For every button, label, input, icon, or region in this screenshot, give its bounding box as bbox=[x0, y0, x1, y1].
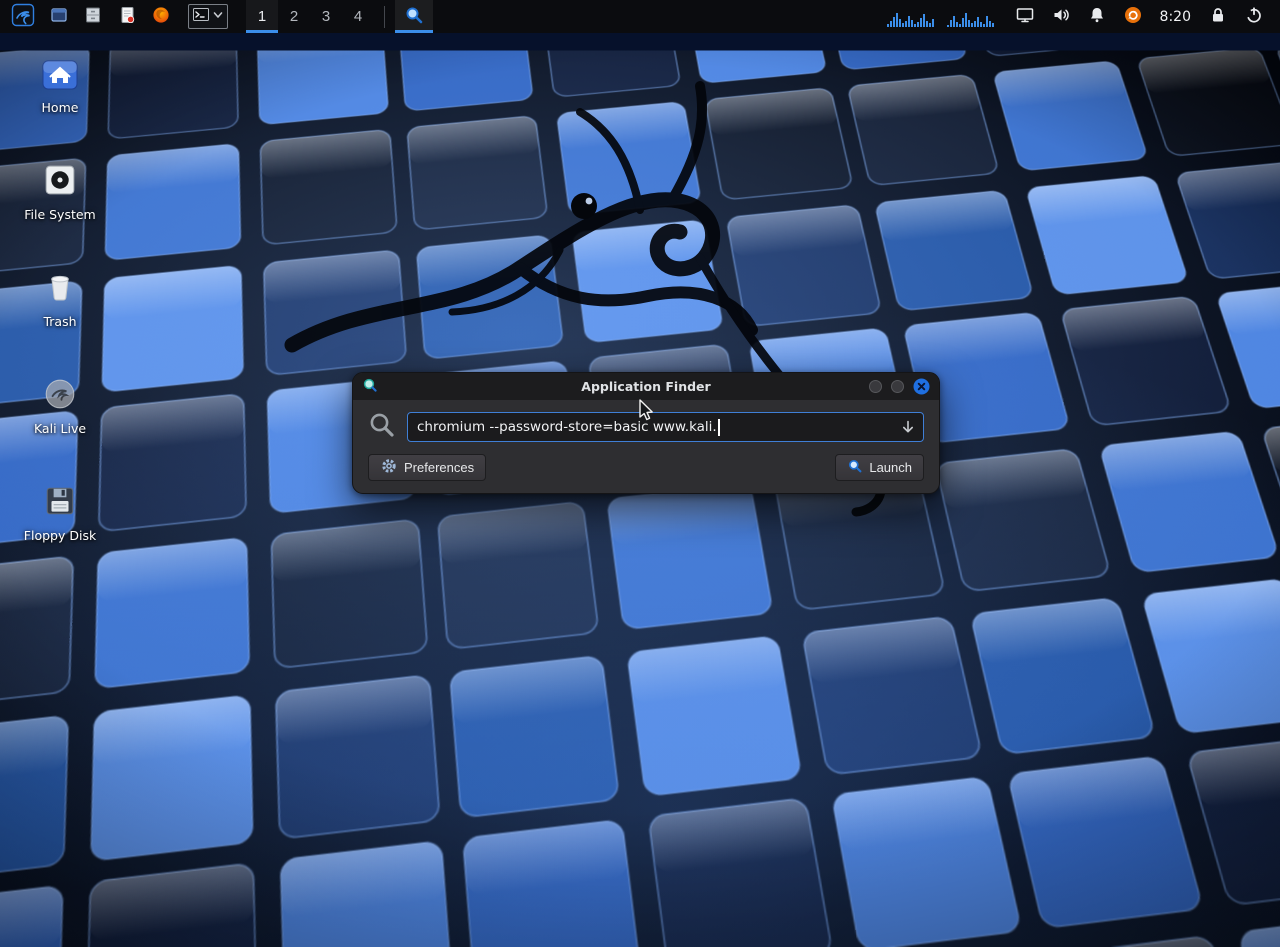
home-icon bbox=[42, 60, 78, 94]
app-finder-window-icon bbox=[362, 377, 378, 397]
activity-graph bbox=[887, 7, 935, 27]
launcher-window-list[interactable] bbox=[42, 0, 76, 33]
file-cabinet-icon bbox=[83, 5, 103, 28]
applications-menu-button[interactable] bbox=[4, 0, 42, 33]
display-settings-button[interactable] bbox=[1007, 0, 1043, 33]
software-update-button[interactable] bbox=[1115, 0, 1151, 33]
activity-graph bbox=[947, 7, 995, 27]
workspace-switcher: 1 2 3 4 bbox=[246, 0, 374, 33]
log-out-button[interactable] bbox=[1236, 0, 1272, 33]
history-dropdown-icon[interactable] bbox=[899, 418, 917, 436]
volume-button[interactable] bbox=[1043, 0, 1079, 33]
document-icon bbox=[117, 5, 137, 28]
desktop-icon-label: Kali Live bbox=[34, 422, 86, 436]
desktop-icon-label: File System bbox=[24, 208, 96, 222]
launch-label: Launch bbox=[869, 460, 912, 475]
display-icon bbox=[1015, 5, 1035, 28]
gear-icon bbox=[380, 457, 398, 478]
chevron-down-icon[interactable] bbox=[211, 5, 225, 29]
top-panel: 1 2 3 4 bbox=[0, 0, 1280, 33]
file-system-icon bbox=[43, 163, 77, 201]
launcher-file-manager[interactable] bbox=[76, 0, 110, 33]
desktop-icon-kali-live[interactable]: Kali Live bbox=[12, 377, 108, 436]
panel-clock[interactable]: 8:20 bbox=[1151, 9, 1200, 25]
desktop-icon-trash[interactable]: Trash bbox=[12, 270, 108, 329]
window-title: Application Finder bbox=[353, 379, 939, 394]
launcher-text-editor[interactable] bbox=[110, 0, 144, 33]
taskbar-application-finder[interactable] bbox=[395, 0, 433, 33]
update-icon bbox=[1123, 5, 1143, 28]
preferences-button[interactable]: Preferences bbox=[368, 454, 486, 481]
speaker-icon bbox=[1051, 5, 1071, 28]
window-icon bbox=[49, 5, 69, 28]
power-icon bbox=[1244, 5, 1264, 28]
desktop-icon-label: Floppy Disk bbox=[24, 529, 96, 543]
workspace-2[interactable]: 2 bbox=[278, 0, 310, 33]
command-input[interactable]: chromium --password-store=basic www.kali… bbox=[407, 412, 924, 442]
lock-screen-button[interactable] bbox=[1200, 0, 1236, 33]
minimize-button[interactable] bbox=[869, 380, 882, 393]
lock-icon bbox=[1208, 5, 1228, 28]
desktop-icon-home[interactable]: Home bbox=[12, 60, 108, 115]
maximize-button[interactable] bbox=[891, 380, 904, 393]
bell-icon bbox=[1087, 5, 1107, 28]
workspace-3[interactable]: 3 bbox=[310, 0, 342, 33]
desktop-icon-floppy-disk[interactable]: Floppy Disk bbox=[12, 484, 108, 543]
magnifier-icon bbox=[404, 5, 424, 28]
desktop-icon-label: Home bbox=[42, 101, 79, 115]
panel-separator bbox=[384, 6, 385, 28]
terminal-dropdown[interactable] bbox=[188, 4, 228, 29]
close-button[interactable] bbox=[913, 378, 930, 395]
workspace-4[interactable]: 4 bbox=[342, 0, 374, 33]
text-caret bbox=[718, 419, 720, 436]
firefox-icon bbox=[151, 5, 171, 28]
search-icon bbox=[368, 411, 396, 443]
preferences-label: Preferences bbox=[404, 460, 474, 475]
desktop-icon-label: Trash bbox=[43, 315, 76, 329]
workspace-1[interactable]: 1 bbox=[246, 0, 278, 33]
terminal-icon bbox=[191, 5, 211, 29]
titlebar[interactable]: Application Finder bbox=[353, 373, 939, 400]
application-finder-window: Application Finder chromium --password-s… bbox=[352, 372, 940, 494]
command-input-text: chromium --password-store=basic www.kali… bbox=[417, 419, 717, 435]
launcher-firefox[interactable] bbox=[144, 0, 178, 33]
launch-icon bbox=[847, 458, 863, 477]
launch-button[interactable]: Launch bbox=[835, 454, 924, 481]
notifications-button[interactable] bbox=[1079, 0, 1115, 33]
trash-icon bbox=[43, 270, 77, 308]
floppy-disk-icon bbox=[43, 484, 77, 522]
desktop-icon-file-system[interactable]: File System bbox=[12, 163, 108, 222]
kali-menu-icon bbox=[11, 3, 35, 30]
desktop-wallpaper bbox=[0, 50, 1280, 946]
kali-live-icon bbox=[43, 377, 77, 415]
